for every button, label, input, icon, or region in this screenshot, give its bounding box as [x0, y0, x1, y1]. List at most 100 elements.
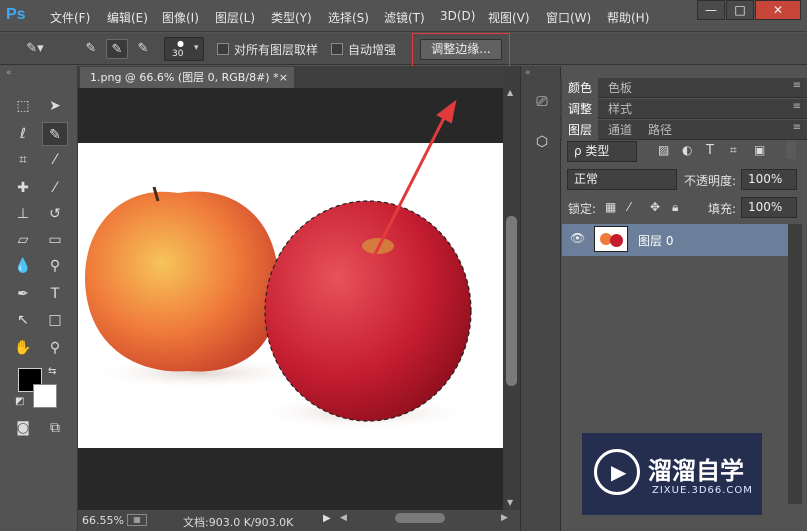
tab-close-icon[interactable]: × [279, 67, 288, 88]
menu-3d[interactable]: 3D(D) [440, 9, 475, 23]
blur-tool-icon[interactable]: 💧 [10, 254, 36, 278]
lock-label: 锁定: [568, 202, 597, 216]
sample-all-layers-checkbox[interactable] [217, 43, 229, 55]
lock-pixels-icon[interactable]: ⁄ [628, 200, 630, 214]
history-brush-tool-icon[interactable]: ↺ [42, 202, 68, 226]
clone-stamp-tool-icon[interactable]: ⊥ [10, 202, 36, 226]
3d-panel-icon[interactable]: ⬡ [529, 130, 555, 154]
default-colors-icon[interactable]: ◩ [15, 396, 24, 407]
document-tab[interactable]: 1.png @ 66.6% (图层 0, RGB/8#) * × [80, 67, 294, 88]
chevron-down-icon: ▾ [194, 43, 199, 53]
visibility-eye-icon[interactable]: 👁︎ [570, 231, 585, 245]
marquee-tool-icon[interactable]: ⬚ [10, 94, 36, 118]
collapse-icon[interactable]: « [6, 68, 12, 78]
dodge-tool-icon[interactable]: ⚲ [42, 254, 68, 278]
menu-edit[interactable]: 编辑(E) [107, 9, 148, 26]
tab-channels[interactable]: 通道 [602, 120, 638, 140]
move-tool-icon[interactable]: ➤ [42, 94, 68, 118]
gradient-tool-icon[interactable]: ▭ [42, 228, 68, 252]
type-filter-icon[interactable]: T [706, 143, 714, 158]
apple-image[interactable] [78, 143, 503, 448]
panel-menu-icon[interactable]: ≡ [793, 101, 801, 112]
lock-all-icon[interactable]: 🔒︎ [672, 200, 678, 215]
pen-tool-icon[interactable]: ✒ [10, 282, 36, 306]
tab-paths[interactable]: 路径 [642, 120, 678, 140]
layers-panel-tabs: 图层 通道 路径 ≡ [560, 120, 807, 140]
toolbox: « ⬚ ➤ ℓ ✎ ⌗ ⁄ ✚ ⁄ ⊥ ↺ ▱ ▭ 💧 ⚲ ✒ T ↖ □ ✋ … [0, 66, 78, 531]
panel-icon-column: « ⎚ ⬡ [520, 66, 560, 531]
quick-mask-icon[interactable]: ◙ [10, 416, 36, 440]
layer-name[interactable]: 图层 0 [638, 232, 673, 249]
menu-view[interactable]: 视图(V) [488, 9, 530, 26]
scroll-up-icon[interactable]: ▲ [507, 88, 513, 97]
crop-tool-icon[interactable]: ⌗ [10, 148, 36, 172]
close-button[interactable]: ✕ [755, 0, 801, 20]
menu-layer[interactable]: 图层(L) [215, 9, 255, 26]
smart-object-filter-icon[interactable]: ▣ [754, 143, 765, 157]
shape-filter-icon[interactable]: ⌗ [730, 143, 737, 158]
path-selection-tool-icon[interactable]: ↖ [10, 308, 36, 332]
watermark-url: ZIXUE.3D66.COM [652, 485, 753, 496]
image-filter-icon[interactable]: ▨ [658, 143, 669, 157]
horizontal-scroll-thumb[interactable] [395, 513, 445, 523]
menu-window[interactable]: 窗口(W) [546, 9, 591, 26]
refine-edge-button[interactable]: 调整边缘... [420, 39, 502, 60]
menu-select[interactable]: 选择(S) [328, 9, 369, 26]
maximize-button[interactable]: □ [726, 0, 754, 20]
panel-menu-icon[interactable]: ≡ [793, 80, 801, 91]
lasso-tool-icon[interactable]: ℓ [10, 122, 36, 146]
auto-enhance-checkbox[interactable] [331, 43, 343, 55]
tab-color[interactable]: 颜色 [562, 78, 599, 98]
eyedropper-tool-icon[interactable]: ⁄ [42, 148, 68, 172]
layers-scrollbar[interactable] [788, 224, 802, 504]
tab-swatches[interactable]: 色板 [602, 78, 638, 98]
menu-image[interactable]: 图像(I) [162, 9, 199, 26]
background-color-swatch[interactable] [33, 384, 57, 408]
blend-mode-select[interactable]: 正常 [567, 169, 677, 190]
new-selection-icon[interactable]: ✎ [80, 39, 102, 59]
menu-file[interactable]: 文件(F) [50, 9, 90, 26]
zoom-preview-icon[interactable]: ▦ [127, 514, 147, 526]
history-panel-icon[interactable]: ⎚ [529, 90, 555, 114]
menu-type[interactable]: 类型(Y) [271, 9, 312, 26]
lock-position-icon[interactable]: ✥ [650, 200, 660, 214]
brush-size-picker[interactable]: ● 30 ▾ [164, 37, 204, 61]
adjustment-filter-icon[interactable]: ◐ [682, 143, 692, 157]
screen-mode-icon[interactable]: ⧉ [42, 416, 68, 440]
menu-filter[interactable]: 滤镜(T) [384, 9, 425, 26]
minimize-button[interactable]: — [697, 0, 725, 20]
tab-layers[interactable]: 图层 [562, 120, 599, 140]
type-tool-icon[interactable]: T [42, 282, 68, 306]
healing-brush-tool-icon[interactable]: ✚ [10, 176, 36, 200]
scroll-down-icon[interactable]: ▼ [507, 498, 513, 507]
scroll-right-icon[interactable]: ▶ [501, 513, 508, 523]
scroll-left-icon[interactable]: ◀ [340, 513, 347, 523]
document-tab-title: 1.png @ 66.6% (图层 0, RGB/8#) * [90, 71, 279, 84]
rectangle-tool-icon[interactable]: □ [42, 308, 68, 332]
quick-selection-tool-preset-icon[interactable]: ✎▾ [24, 39, 46, 59]
expand-panels-icon[interactable]: « [525, 68, 531, 78]
vertical-scroll-thumb[interactable] [506, 216, 517, 386]
zoom-tool-icon[interactable]: ⚲ [42, 336, 68, 360]
swap-colors-icon[interactable]: ⇆ [48, 366, 56, 377]
add-to-selection-icon[interactable]: ✎ [106, 39, 128, 59]
hand-tool-icon[interactable]: ✋ [10, 336, 36, 360]
tab-styles[interactable]: 样式 [602, 99, 638, 119]
filter-toggle[interactable] [786, 141, 796, 159]
lock-transparent-icon[interactable]: ▦ [605, 200, 616, 214]
brush-tool-icon[interactable]: ⁄ [42, 176, 68, 200]
quick-selection-tool-icon[interactable]: ✎ [42, 122, 68, 146]
fill-input[interactable]: 100% [741, 197, 797, 218]
menu-help[interactable]: 帮助(H) [607, 9, 649, 26]
opacity-input[interactable]: 100% [741, 169, 797, 190]
tab-adjustments[interactable]: 调整 [562, 99, 599, 119]
zoom-level[interactable]: 66.55% [82, 514, 124, 527]
panel-menu-icon[interactable]: ≡ [793, 122, 801, 133]
layer-thumbnail [594, 226, 628, 252]
status-menu-arrow-icon[interactable]: ▶ [323, 513, 331, 524]
layer-row[interactable]: 👁︎ 图层 0 [562, 224, 788, 256]
layer-filter-kind-select[interactable]: ρ 类型 [567, 141, 637, 162]
subtract-from-selection-icon[interactable]: ✎ [132, 39, 154, 59]
options-bar: ✎▾ ✎ ✎ ✎ ● 30 ▾ 对所有图层取样 自动增强 [0, 33, 807, 65]
eraser-tool-icon[interactable]: ▱ [10, 228, 36, 252]
